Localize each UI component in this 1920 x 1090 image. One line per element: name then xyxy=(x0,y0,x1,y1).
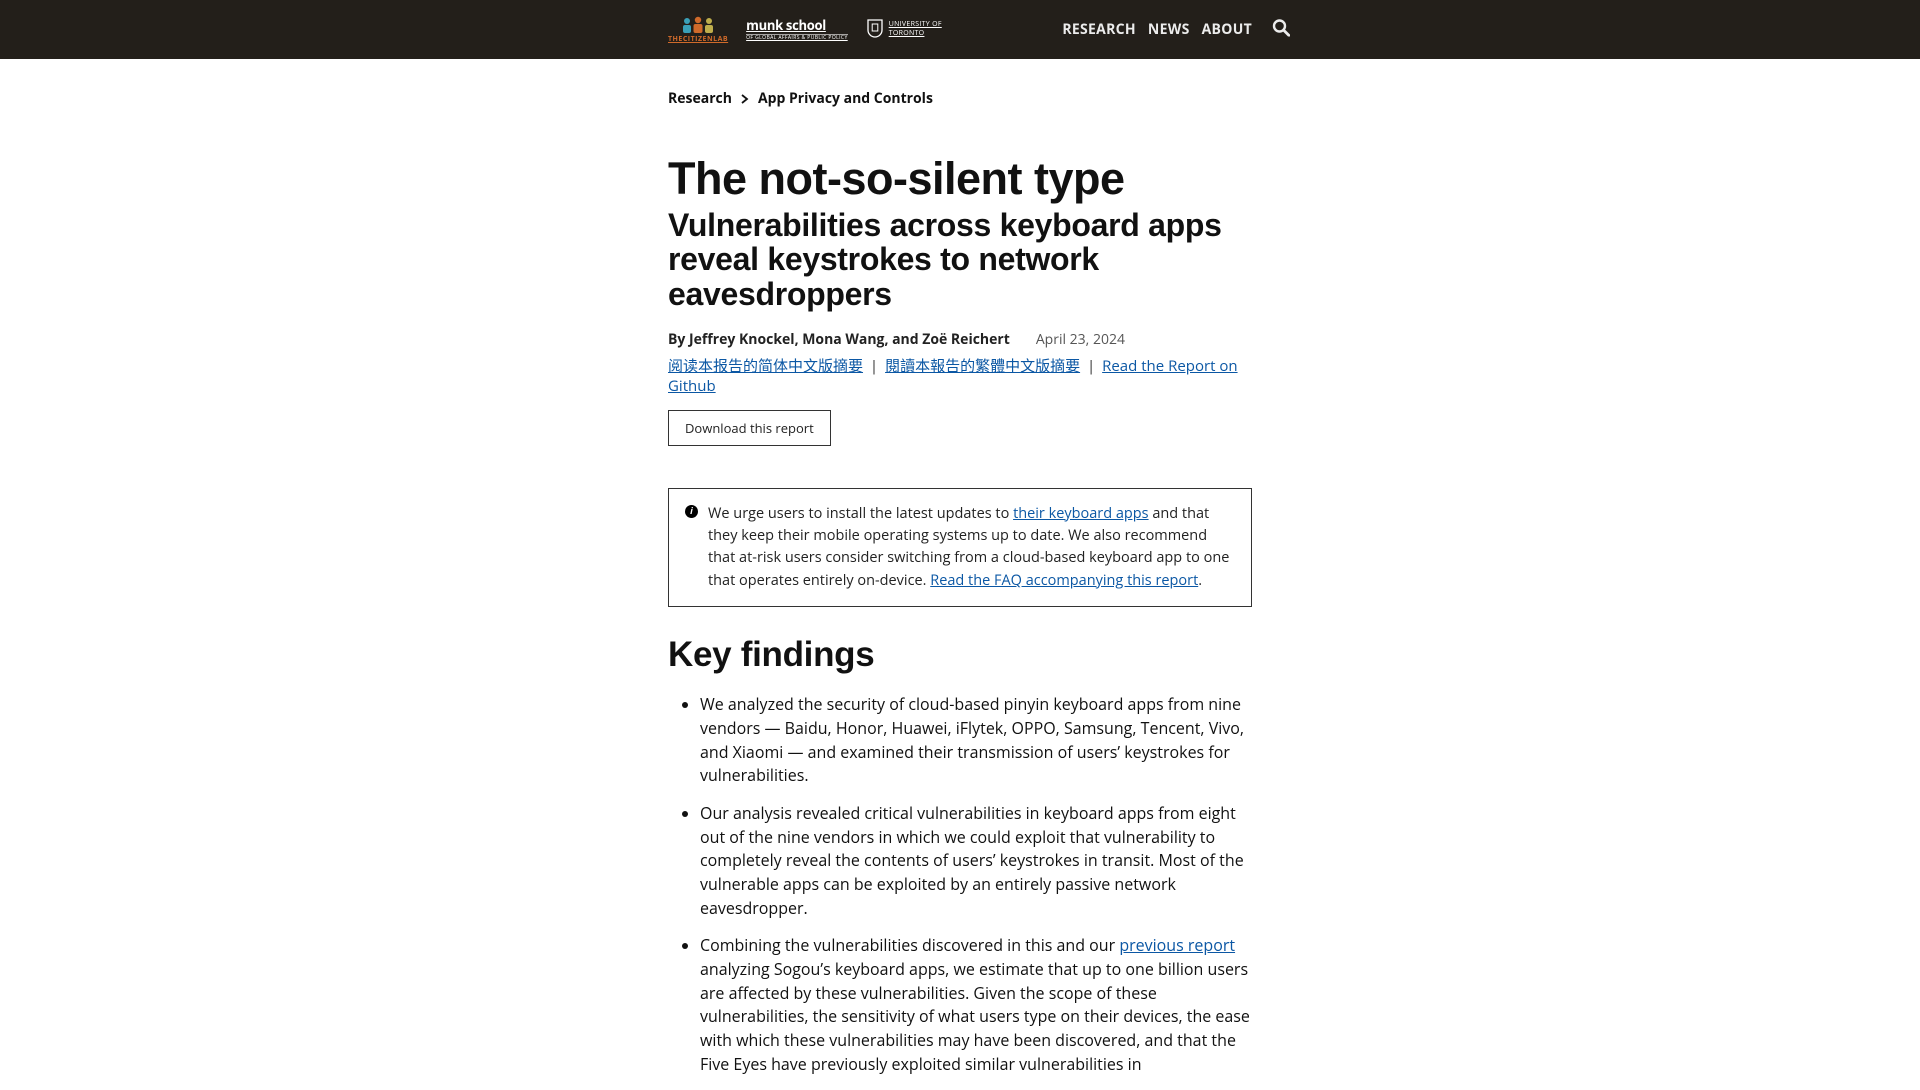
byline: By Jeffrey Knockel, Mona Wang, and Zoë R… xyxy=(668,330,1010,349)
callout-link-keyboard-apps[interactable]: their keyboard apps xyxy=(1013,504,1149,523)
search-button[interactable] xyxy=(1272,18,1290,41)
alt-links-row: 阅读本报告的简体中文版摘要 | 閱讀本報告的繁體中文版摘要 | Read the… xyxy=(668,355,1252,396)
main-content: Research App Privacy and Controls The no… xyxy=(668,59,1252,1076)
logo-munk[interactable]: munk school OF GLOBAL AFFAIRS & PUBLIC P… xyxy=(746,19,848,41)
main-nav: RESEARCH NEWS ABOUT xyxy=(1062,20,1252,39)
logos-group: THECITIZENLAB munk school OF GLOBAL AFFA… xyxy=(668,16,942,44)
list-item: We analyzed the security of cloud-based … xyxy=(700,693,1252,788)
callout-post: . xyxy=(1198,571,1202,590)
uoft-crest-icon xyxy=(866,18,884,42)
f3-pre: Combining the vulnerabilities discovered… xyxy=(700,934,1119,956)
logo-uoft[interactable]: UNIVERSITY OF TORONTO xyxy=(866,18,942,42)
callout-box: i We urge users to install the latest up… xyxy=(668,488,1252,608)
callout-pre: We urge users to install the latest upda… xyxy=(708,504,1013,523)
logo-citizenlab-text: THECITIZENLAB xyxy=(668,35,728,44)
f3-post: analyzing Sogou’s keyboard apps, we esti… xyxy=(700,958,1250,1075)
logo-uoft-line2: TORONTO xyxy=(889,30,942,38)
logo-uoft-text: UNIVERSITY OF TORONTO xyxy=(889,21,942,38)
page-subtitle: Vulnerabilities across keyboard apps rev… xyxy=(668,208,1252,312)
citizenlab-icon xyxy=(678,16,718,34)
publish-date: April 23, 2024 xyxy=(1036,330,1125,349)
breadcrumb-research[interactable]: Research xyxy=(668,89,732,108)
download-report-button[interactable]: Download this report xyxy=(668,410,831,446)
nav-about[interactable]: ABOUT xyxy=(1202,20,1252,39)
list-item: Our analysis revealed critical vulnerabi… xyxy=(700,802,1252,920)
links-sep2: | xyxy=(1080,356,1102,376)
link-previous-report[interactable]: previous report xyxy=(1119,934,1235,956)
nav-news[interactable]: NEWS xyxy=(1148,20,1190,39)
links-sep1: | xyxy=(863,356,885,376)
nav-research[interactable]: RESEARCH xyxy=(1062,20,1136,39)
logo-munk-small: OF GLOBAL AFFAIRS & PUBLIC POLICY xyxy=(746,34,848,41)
logo-munk-big: munk school xyxy=(746,19,848,32)
page-title: The not-so-silent type xyxy=(668,156,1252,202)
callout-link-faq[interactable]: Read the FAQ accompanying this report xyxy=(930,571,1198,590)
list-item: Combining the vulnerabilities discovered… xyxy=(700,934,1252,1076)
callout-text: We urge users to install the latest upda… xyxy=(708,503,1235,593)
top-bar-inner: THECITIZENLAB munk school OF GLOBAL AFFA… xyxy=(668,0,1252,59)
link-simplified-cn[interactable]: 阅读本报告的简体中文版摘要 xyxy=(668,356,863,376)
search-icon xyxy=(1272,18,1290,36)
chevron-right-icon xyxy=(740,94,750,104)
logo-citizenlab[interactable]: THECITIZENLAB xyxy=(668,16,728,44)
breadcrumb-app-privacy[interactable]: App Privacy and Controls xyxy=(758,89,933,108)
link-traditional-cn[interactable]: 閱讀本報告的繁體中文版摘要 xyxy=(885,356,1080,376)
byline-row: By Jeffrey Knockel, Mona Wang, and Zoë R… xyxy=(668,330,1252,349)
key-findings-heading: Key findings xyxy=(668,635,1252,675)
top-bar: THECITIZENLAB munk school OF GLOBAL AFFA… xyxy=(0,0,1920,59)
key-findings-list: We analyzed the security of cloud-based … xyxy=(668,693,1252,1076)
breadcrumb: Research App Privacy and Controls xyxy=(668,89,1252,108)
info-icon: i xyxy=(685,505,698,518)
